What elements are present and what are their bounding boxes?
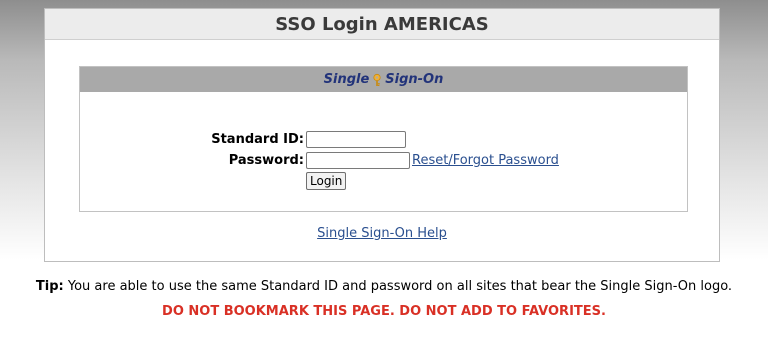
password-row: Password: Reset/Forgot Password bbox=[164, 152, 559, 169]
sso-logo: Single Sign-On bbox=[80, 67, 687, 92]
bookmark-warning: DO NOT BOOKMARK THIS PAGE. DO NOT ADD TO… bbox=[162, 304, 606, 319]
password-label: Password: bbox=[228, 153, 304, 168]
standard-id-row: Standard ID: bbox=[164, 131, 406, 148]
sso-panel: Single Sign-On Standard ID: Password: Re… bbox=[79, 66, 688, 212]
key-icon bbox=[370, 73, 384, 87]
page-title: SSO Login AMERICAS bbox=[45, 9, 719, 40]
tip-text: Tip: You are able to use the same Standa… bbox=[0, 279, 768, 294]
tip-body: You are able to use the same Standard ID… bbox=[63, 279, 733, 294]
login-button[interactable]: Login bbox=[306, 172, 347, 190]
password-input[interactable] bbox=[306, 152, 410, 169]
reset-password-link[interactable]: Reset/Forgot Password bbox=[412, 153, 559, 168]
standard-id-label: Standard ID: bbox=[211, 132, 304, 147]
standard-id-input[interactable] bbox=[306, 131, 406, 148]
login-container: SSO Login AMERICAS Single Sign-On Standa… bbox=[44, 8, 720, 262]
sso-logo-text-single: Single bbox=[323, 72, 370, 87]
sso-help-link[interactable]: Single Sign-On Help bbox=[317, 226, 447, 241]
tip-label: Tip: bbox=[35, 279, 64, 294]
sso-logo-text-signon: Sign-On bbox=[385, 72, 444, 87]
